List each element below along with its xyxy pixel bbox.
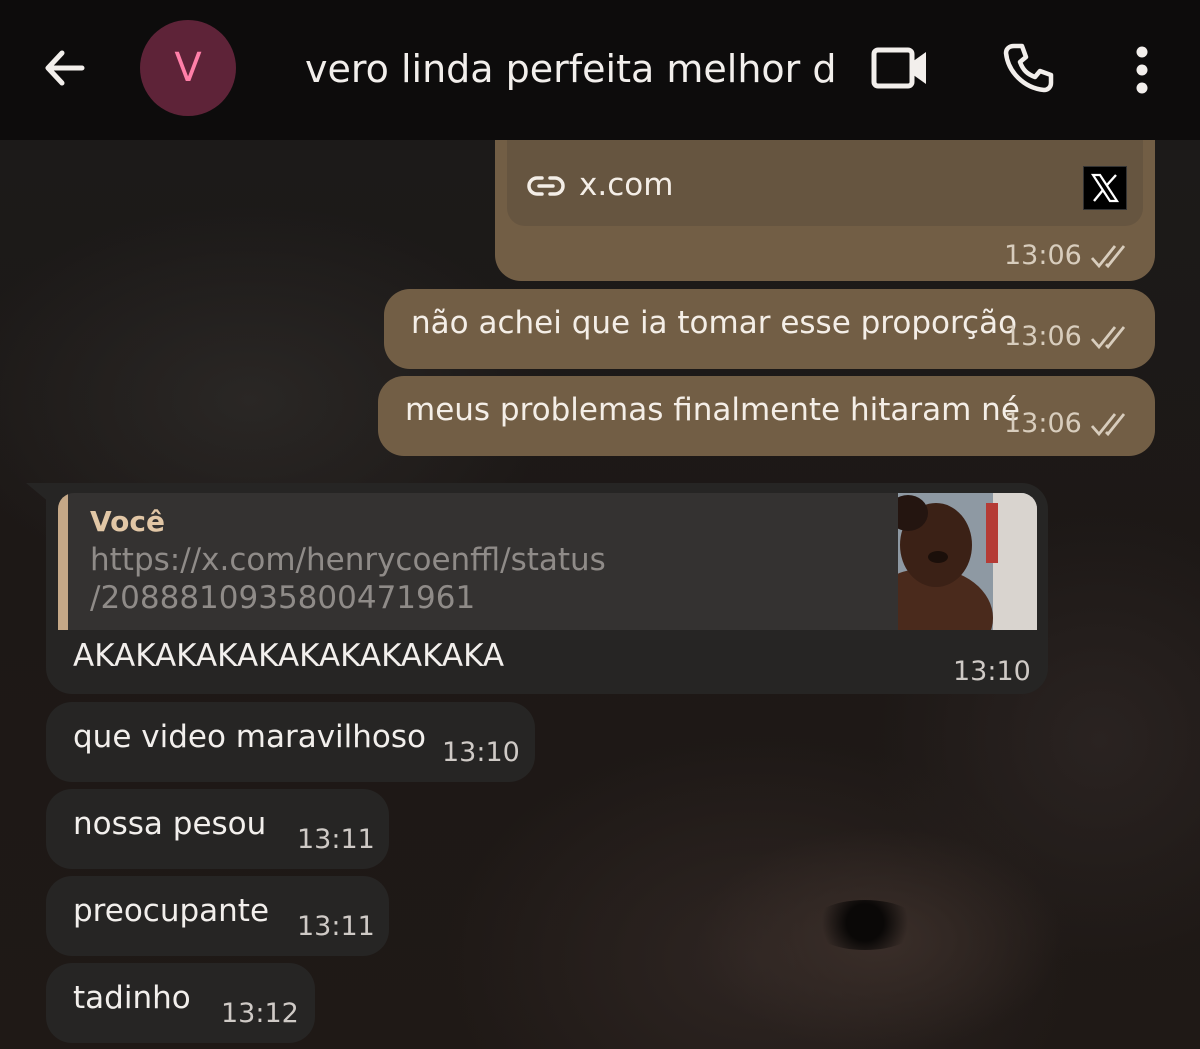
message-text: nossa pesou <box>73 806 267 842</box>
double-check-icon <box>1090 412 1125 436</box>
video-call-icon <box>871 47 926 89</box>
message-text: não achei que ia tomar esse proporção <box>411 305 1018 341</box>
x-logo-icon <box>1083 166 1127 210</box>
back-button[interactable] <box>34 38 94 98</box>
link-preview-card[interactable]: x.com <box>507 140 1143 226</box>
message-text: que video maravilhoso <box>73 719 427 755</box>
quote-accent-bar <box>58 493 68 630</box>
more-vert-icon <box>1136 46 1148 94</box>
message-time: 13:06 <box>1004 240 1082 271</box>
message-time: 13:12 <box>221 998 299 1029</box>
message-text: AKAKAKAKAKAKAKAKAKAKA <box>73 638 505 674</box>
wallpaper-detail <box>810 900 920 950</box>
avatar[interactable]: V <box>140 20 236 116</box>
message-time: 13:11 <box>297 824 375 855</box>
message-time: 13:06 <box>1004 408 1082 439</box>
bubble-tail <box>26 483 50 503</box>
link-domain: x.com <box>579 167 674 203</box>
quoted-message[interactable]: Você https://x.com/henrycoenffl/status /… <box>58 493 1037 630</box>
message-time: 13:06 <box>1004 321 1082 352</box>
double-check-icon <box>1090 325 1125 349</box>
message-time: 13:10 <box>953 656 1031 687</box>
quoted-link-line2: /2088810935800471961 <box>90 580 476 616</box>
message-outgoing[interactable]: meus problemas finalmente hitaram né 13:… <box>378 376 1155 456</box>
message-incoming[interactable]: tadinho 13:12 <box>46 963 315 1043</box>
voice-call-button[interactable] <box>996 36 1060 100</box>
phone-call-icon <box>1003 43 1054 93</box>
double-check-icon <box>1090 244 1125 268</box>
message-incoming[interactable]: preocupante 13:11 <box>46 876 389 956</box>
message-incoming[interactable]: que video maravilhoso 13:10 <box>46 702 535 782</box>
link-icon <box>527 176 565 196</box>
quoted-author: Você <box>90 505 165 538</box>
video-call-button[interactable] <box>868 40 932 96</box>
arrow-back-icon <box>45 50 85 86</box>
message-incoming[interactable]: nossa pesou 13:11 <box>46 789 389 869</box>
message-meta: 13:06 <box>1004 240 1132 271</box>
quoted-link-line1: https://x.com/henrycoenffl/status <box>90 542 606 578</box>
message-text: tadinho <box>73 980 191 1016</box>
message-time: 13:11 <box>297 911 375 942</box>
quoted-link: https://x.com/henrycoenffl/status /20888… <box>90 541 880 617</box>
contact-name[interactable]: vero linda perfeita melhor d... <box>305 44 835 94</box>
avatar-letter: V <box>174 45 202 91</box>
message-outgoing[interactable]: não achei que ia tomar esse proporção 13… <box>384 289 1155 369</box>
chat-header: V vero linda perfeita melhor d... <box>0 0 1200 140</box>
message-time: 13:10 <box>442 737 520 768</box>
quoted-video-thumbnail <box>898 493 1037 630</box>
message-text: meus problemas finalmente hitaram né <box>405 392 1020 428</box>
message-meta: 13:06 <box>1004 408 1132 439</box>
more-options-button[interactable] <box>1120 38 1164 102</box>
message-text: preocupante <box>73 893 270 929</box>
message-meta: 13:06 <box>1004 321 1132 352</box>
